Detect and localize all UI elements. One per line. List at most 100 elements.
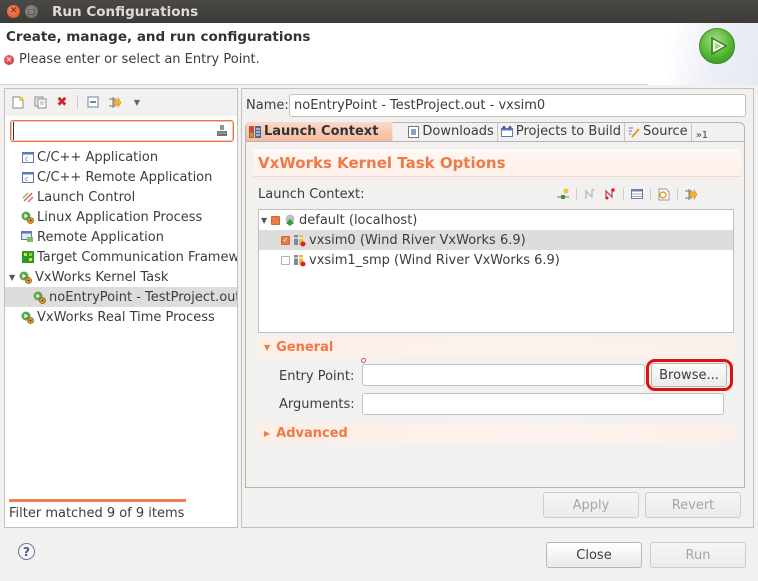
expanded-arrow-icon: ▼ (264, 342, 271, 352)
delete-icon[interactable]: ✖ (55, 95, 69, 110)
lc-item-vxsim0[interactable]: ✓ vxsim0 (Wind River VxWorks 6.9) (259, 230, 733, 250)
dropdown-icon[interactable]: ▼ (130, 95, 144, 109)
unchecked-checkbox[interactable] (281, 255, 290, 265)
filter-progress-bar (9, 499, 186, 502)
tree-item-c-application[interactable]: c C/C++ Application (5, 147, 237, 167)
header-title: Create, manage, and run configurations (6, 29, 311, 45)
tab-launch-context[interactable]: Launch Context (246, 122, 393, 141)
arguments-label: Arguments: (279, 397, 355, 412)
filter-field[interactable] (10, 120, 234, 142)
clear-filter-icon[interactable] (216, 124, 228, 137)
tab-bar: Launch Context Downloads Projects to Bui… (246, 122, 744, 142)
toolbar-separator (576, 188, 577, 200)
refresh-icon[interactable] (657, 187, 671, 201)
launch-control-icon (21, 191, 34, 204)
filter-icon[interactable] (108, 95, 122, 109)
window-title: Run Configurations (52, 3, 199, 20)
tree-item-label: VxWorks Kernel Task (35, 269, 169, 285)
entry-point-input[interactable] (362, 364, 645, 386)
revert-button[interactable]: Revert (645, 492, 741, 518)
general-section-title: General (276, 339, 334, 355)
svg-text:c: c (25, 176, 28, 183)
dialog-header: Create, manage, and run configurations ✕… (0, 23, 758, 85)
new-connection-icon[interactable] (556, 187, 570, 201)
tab-folder: Launch Context Downloads Projects to Bui… (245, 122, 745, 488)
error-icon: ✕ (4, 54, 14, 65)
close-button[interactable]: Close (546, 542, 642, 568)
tree-item-label: noEntryPoint - TestProject.out (49, 289, 237, 305)
source-icon (628, 126, 640, 138)
downloads-icon (407, 125, 419, 138)
run-button[interactable]: Run (650, 542, 746, 568)
tab-source[interactable]: Source (625, 122, 692, 141)
entry-point-label: Entry Point: (279, 369, 355, 384)
help-icon[interactable]: ? (18, 543, 35, 560)
advanced-section-header[interactable]: ▶ Advanced (258, 423, 734, 443)
tree-item-target-communication-framework[interactable]: Target Communication Framew (5, 247, 237, 267)
collapse-all-icon[interactable] (86, 95, 100, 109)
configuration-editor-panel: Name: Launch Context Downloads Projects … (241, 88, 754, 528)
process-icon (21, 211, 34, 224)
filter-status: Filter matched 9 of 9 items (9, 506, 185, 521)
arguments-input[interactable] (362, 393, 724, 415)
tab-projects-to-build[interactable]: Projects to Build (498, 122, 626, 141)
expand-arrow-icon[interactable]: ▼ (9, 273, 19, 282)
launch-context-toolbar (556, 185, 704, 203)
tree-item-label: C/C++ Application (37, 149, 159, 165)
general-section-header[interactable]: ▼ General (258, 337, 734, 357)
launch-context-label: Launch Context: (258, 187, 365, 202)
run-icon (699, 28, 735, 64)
tab-label: Source (643, 124, 688, 139)
browse-button[interactable]: Browse... (651, 363, 727, 387)
tree-item-noentrypoint[interactable]: noEntryPoint - TestProject.out (5, 287, 237, 307)
remote-app-icon (21, 231, 34, 244)
lc-item-label: vxsim0 (Wind River VxWorks 6.9) (309, 232, 526, 248)
tree-item-c-remote-application[interactable]: c C/C++ Remote Application (5, 167, 237, 187)
lc-item-default[interactable]: ▼ default (localhost) (259, 210, 733, 230)
section-title: VxWorks Kernel Task Options (253, 149, 741, 177)
name-input[interactable] (289, 94, 746, 117)
tree-item-remote-application[interactable]: Remote Application (5, 227, 237, 247)
window-close-icon[interactable]: ✕ (7, 5, 20, 18)
disconnect-icon[interactable] (603, 187, 617, 201)
tab-label: Downloads (422, 124, 494, 139)
checked-checkbox[interactable]: ✓ (281, 235, 290, 245)
svg-text:c: c (25, 156, 28, 163)
properties-icon[interactable] (630, 187, 644, 201)
lc-item-label: vxsim1_smp (Wind River VxWorks 6.9) (309, 252, 560, 268)
tree-item-label: Linux Application Process (37, 209, 203, 225)
tree-item-label: Remote Application (37, 229, 164, 245)
tab-label: Projects to Build (515, 124, 622, 139)
tree-item-vxworks-real-time-process[interactable]: VxWorks Real Time Process (5, 307, 237, 327)
lc-item-vxsim1-smp[interactable]: vxsim1_smp (Wind River VxWorks 6.9) (259, 250, 733, 270)
partial-checkbox[interactable] (271, 215, 280, 225)
new-icon[interactable] (11, 95, 25, 109)
apply-button[interactable]: Apply (543, 492, 639, 518)
projects-icon (500, 126, 513, 138)
connect-icon[interactable] (583, 187, 597, 201)
launch-context-icon (249, 125, 261, 138)
left-toolbar: ✖ ▼ (5, 89, 237, 116)
tab-downloads[interactable]: Downloads (404, 122, 498, 141)
tree-item-linux-application-process[interactable]: Linux Application Process (5, 207, 237, 227)
tabs-overflow-button[interactable]: »1 (692, 130, 708, 141)
tree-item-label: Target Communication Framew (37, 249, 237, 265)
toolbar-separator (650, 188, 651, 200)
launch-context-tree: ▼ default (localhost) ✓ vxsim0 (Wind Riv… (258, 209, 734, 333)
toolbar-separator (623, 188, 624, 200)
target-icon (293, 254, 306, 267)
filter-icon[interactable] (684, 187, 698, 201)
advanced-section-title: Advanced (276, 425, 348, 441)
toolbar-separator (677, 188, 678, 200)
registry-icon (283, 214, 296, 227)
expand-arrow-icon[interactable]: ▼ (261, 216, 271, 225)
duplicate-icon[interactable] (33, 95, 47, 109)
tree-item-launch-control[interactable]: Launch Control (5, 187, 237, 207)
process-icon (33, 291, 46, 304)
filter-input[interactable] (13, 122, 213, 140)
title-bar: ✕ ▢ Run Configurations (0, 0, 758, 23)
tree-item-vxworks-kernel-task[interactable]: ▼ VxWorks Kernel Task (5, 267, 237, 287)
lc-item-label: default (localhost) (299, 212, 418, 228)
configuration-tree: c C/C++ Application c C/C++ Remote Appli… (5, 147, 237, 327)
window-minimize-icon[interactable]: ▢ (25, 5, 38, 18)
